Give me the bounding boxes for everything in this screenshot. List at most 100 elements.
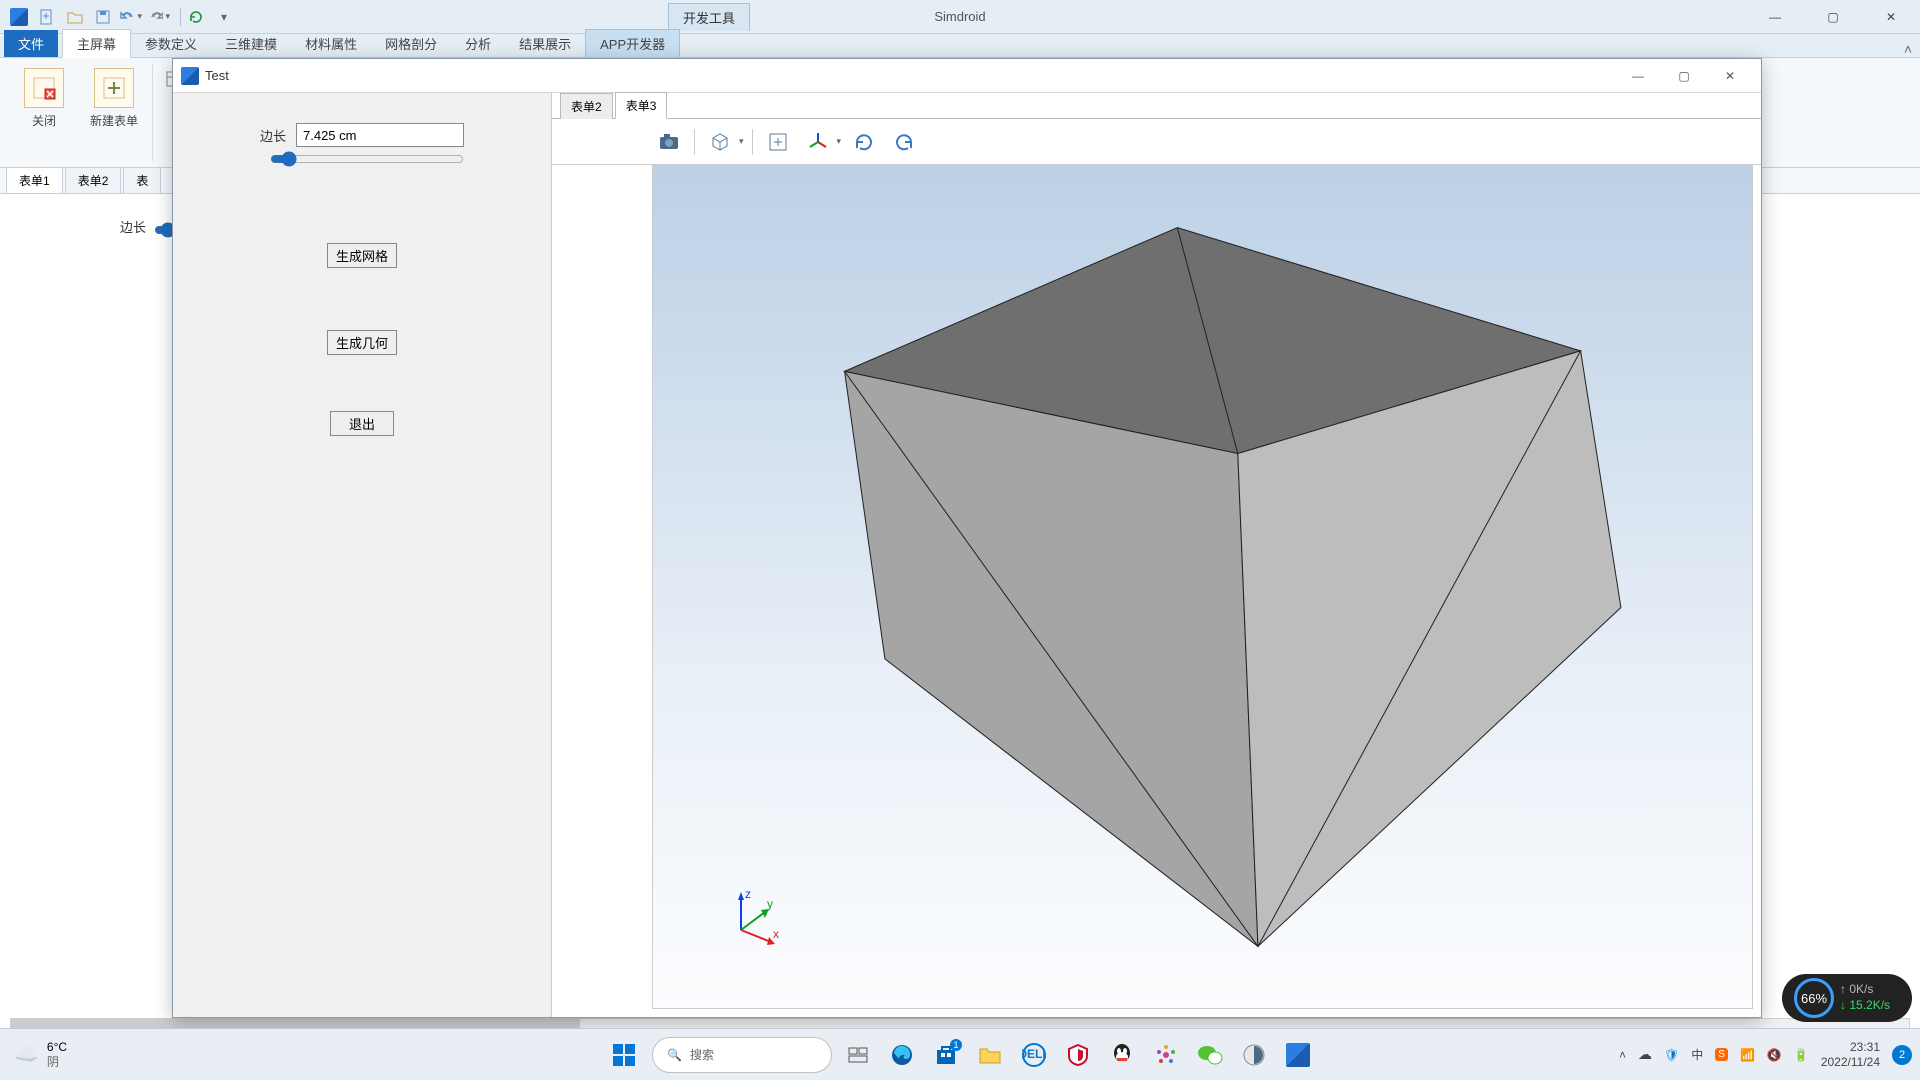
viewport-area: 表单2 表单3 ▾ ▾ [551, 93, 1761, 1017]
minimize-button[interactable]: ― [1746, 0, 1804, 34]
view-tab-2[interactable]: 表单2 [560, 93, 613, 119]
generate-mesh-button[interactable]: 生成网格 [327, 243, 397, 268]
svg-text:y: y [767, 897, 773, 911]
tray-ime-icon[interactable]: 中 [1691, 1046, 1703, 1063]
qat-separator [180, 8, 181, 26]
close-button[interactable]: ✕ [1862, 0, 1920, 34]
close-form-label: 关闭 [32, 112, 56, 129]
net-percent: 66% [1794, 978, 1834, 1018]
weather-temp: 6°C [47, 1040, 67, 1054]
new-form-button[interactable]: 新建表单 [86, 64, 142, 133]
sub-tab-3[interactable]: 表 [123, 167, 161, 193]
taskbar: ☁️ 6°C 阴 🔍 搜索 1 DELL ˄ ☁ 🛡 中 S 📶 🔇 � [0, 1028, 1920, 1080]
bg-param-label: 边长 [120, 217, 146, 236]
weather-widget[interactable]: ☁️ 6°C 阴 [0, 1040, 81, 1069]
app-logo-icon [8, 6, 30, 28]
qat-more-icon[interactable]: ▾ [213, 6, 235, 28]
dialog-app-icon [181, 67, 199, 85]
view-cube-dropdown[interactable]: ▾ [703, 125, 744, 159]
wechat-icon[interactable] [1192, 1037, 1228, 1073]
viewport-tabs: 表单2 表单3 [552, 93, 1761, 119]
svg-text:x: x [773, 927, 779, 941]
axis-dropdown[interactable]: ▾ [801, 125, 842, 159]
edge-length-slider[interactable] [270, 151, 464, 167]
view-cube-icon [703, 125, 737, 159]
tray-volume-icon[interactable]: 🔇 [1767, 1048, 1782, 1062]
tab-app-dev[interactable]: APP开发器 [585, 29, 680, 57]
tab-mesh[interactable]: 网格剖分 [371, 30, 451, 57]
close-form-button[interactable]: 关闭 [20, 64, 68, 133]
new-form-icon [94, 68, 134, 108]
ribbon-group-forms: 关闭 新建表单 [10, 64, 153, 161]
search-icon: 🔍 [667, 1048, 682, 1062]
edge-length-input[interactable] [296, 123, 464, 147]
tray-chevron-icon[interactable]: ˄ [1619, 1048, 1626, 1062]
cloud-icon: ☁️ [14, 1042, 39, 1067]
ribbon-tabs: 文件 主屏幕 参数定义 三维建模 材料属性 网格剖分 分析 结果展示 APP开发… [0, 34, 1920, 58]
edge-icon[interactable] [884, 1037, 920, 1073]
app-title: Simdroid [934, 9, 985, 24]
sub-tab-1[interactable]: 表单1 [6, 167, 63, 193]
tab-file[interactable]: 文件 [4, 30, 58, 57]
explorer-icon[interactable] [972, 1037, 1008, 1073]
axis-gizmo-icon: z x y [723, 888, 783, 948]
app-icon-2[interactable] [1236, 1037, 1272, 1073]
tray-battery-icon[interactable]: 🔋 [1794, 1048, 1809, 1062]
taskbar-search[interactable]: 🔍 搜索 [652, 1037, 832, 1073]
taskbar-center: 🔍 搜索 1 DELL [604, 1035, 1316, 1075]
fit-view-icon[interactable] [761, 125, 795, 159]
test-dialog: Test ― ▢ ✕ 边长 生成网格 生成几何 退出 表单2 [172, 58, 1762, 1018]
mcafee-icon[interactable] [1060, 1037, 1096, 1073]
maximize-button[interactable]: ▢ [1804, 0, 1862, 34]
dialog-window-controls: ― ▢ ✕ [1615, 59, 1753, 93]
net-speeds: ↑ 0K/s ↓ 15.2K/s [1840, 982, 1890, 1013]
rotate-left-icon[interactable] [887, 125, 921, 159]
rotate-right-icon[interactable] [847, 125, 881, 159]
tab-params[interactable]: 参数定义 [131, 30, 211, 57]
quick-access-toolbar: ▾ ▾ ▾ 开发工具 Simdroid ― ▢ ✕ [0, 0, 1920, 34]
tray-cloud-icon[interactable]: ☁ [1638, 1046, 1652, 1063]
simdroid-taskbar-icon[interactable] [1280, 1037, 1316, 1073]
edge-length-label: 边长 [260, 126, 286, 145]
generate-geometry-button[interactable]: 生成几何 [327, 330, 397, 355]
undo-icon[interactable]: ▾ [120, 6, 142, 28]
app-icon-1[interactable] [1148, 1037, 1184, 1073]
start-button[interactable] [604, 1035, 644, 1075]
dialog-titlebar[interactable]: Test ― ▢ ✕ [173, 59, 1761, 93]
dell-icon[interactable]: DELL [1016, 1037, 1052, 1073]
new-form-label: 新建表单 [90, 112, 138, 129]
redo-icon[interactable]: ▾ [148, 6, 170, 28]
tray-wifi-icon[interactable]: 📶 [1740, 1048, 1755, 1062]
tray-notification-badge[interactable]: 2 [1892, 1045, 1912, 1065]
exit-button[interactable]: 退出 [330, 411, 394, 436]
tab-results[interactable]: 结果展示 [505, 30, 585, 57]
tray-shield-icon[interactable]: 🛡 [1664, 1048, 1679, 1062]
cube-render [653, 166, 1752, 1008]
refresh-icon[interactable] [185, 6, 207, 28]
tab-material[interactable]: 材料属性 [291, 30, 371, 57]
ribbon-collapse-icon[interactable]: ˄ [1904, 41, 1912, 57]
qq-icon[interactable] [1104, 1037, 1140, 1073]
tray-clock[interactable]: 23:31 2022/11/24 [1821, 1040, 1880, 1069]
dialog-maximize-button[interactable]: ▢ [1661, 59, 1707, 93]
task-view-icon[interactable] [840, 1037, 876, 1073]
dev-tools-tab[interactable]: 开发工具 [668, 3, 750, 31]
tray-sogou-icon[interactable]: S [1715, 1048, 1728, 1061]
store-icon[interactable]: 1 [928, 1037, 964, 1073]
network-widget[interactable]: 66% ↑ 0K/s ↓ 15.2K/s [1782, 974, 1912, 1022]
tab-analysis[interactable]: 分析 [451, 30, 505, 57]
new-icon[interactable] [36, 6, 58, 28]
view-tab-3[interactable]: 表单3 [615, 92, 668, 119]
tab-home[interactable]: 主屏幕 [62, 29, 131, 58]
save-icon[interactable] [92, 6, 114, 28]
close-form-icon [24, 68, 64, 108]
open-icon[interactable] [64, 6, 86, 28]
search-placeholder: 搜索 [690, 1046, 714, 1063]
svg-text:z: z [745, 888, 751, 901]
camera-icon[interactable] [652, 125, 686, 159]
dialog-close-button[interactable]: ✕ [1707, 59, 1753, 93]
sub-tab-2[interactable]: 表单2 [65, 167, 122, 193]
dialog-minimize-button[interactable]: ― [1615, 59, 1661, 93]
3d-viewport[interactable]: z x y [652, 165, 1753, 1009]
tab-3dmodel[interactable]: 三维建模 [211, 30, 291, 57]
